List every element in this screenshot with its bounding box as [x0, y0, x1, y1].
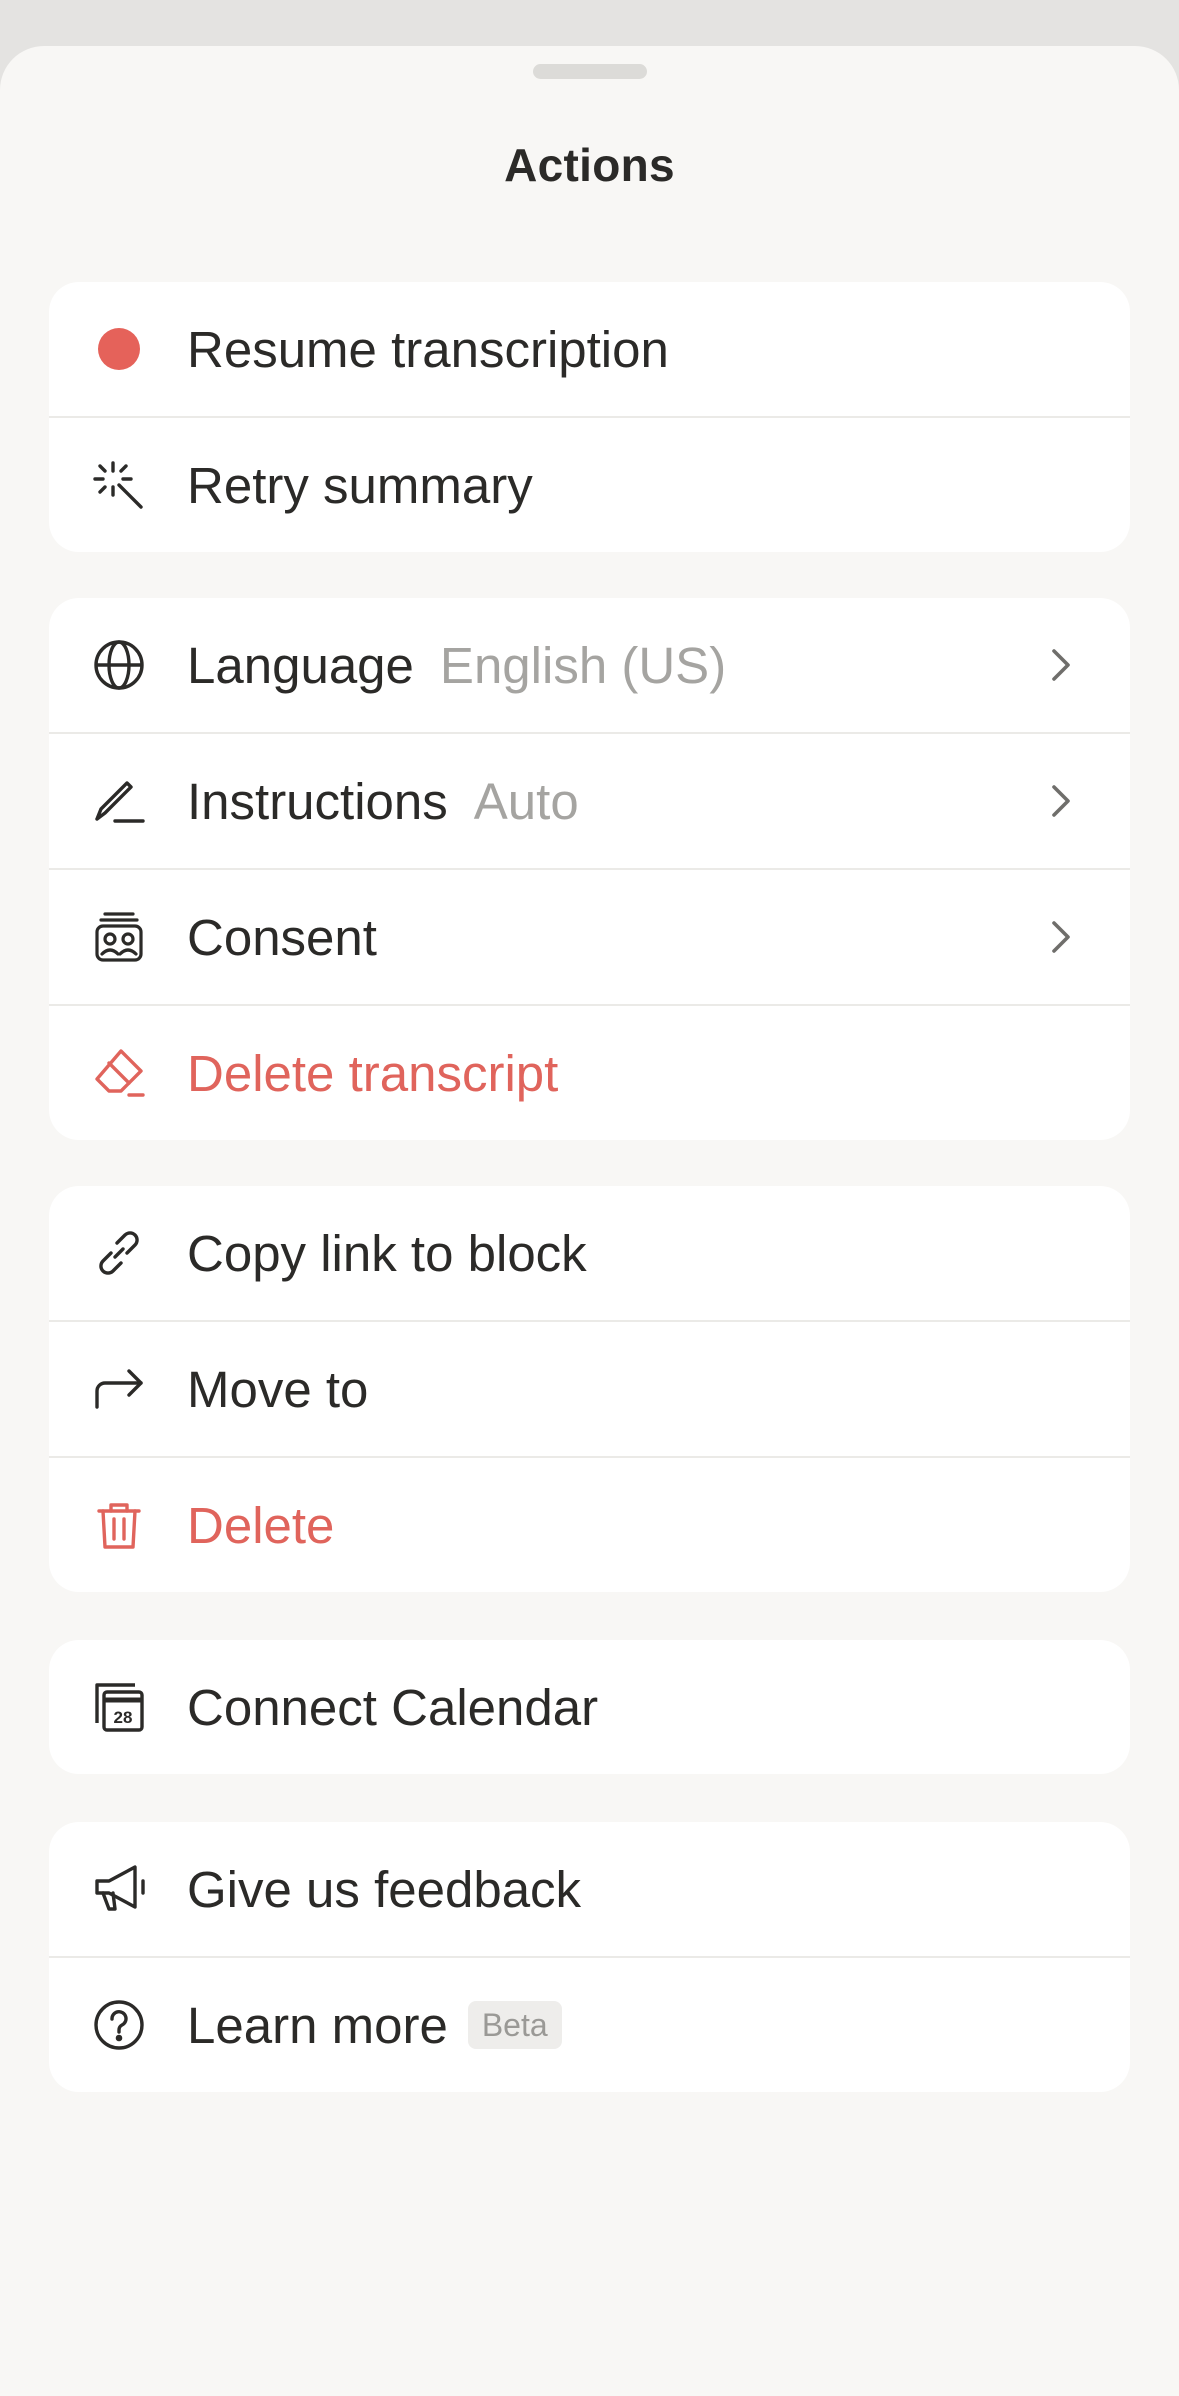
- chevron-right-icon: [1044, 779, 1078, 823]
- copy-link-item[interactable]: Copy link to block: [49, 1186, 1130, 1320]
- move-to-label: Move to: [187, 1360, 369, 1418]
- calendar-group: 28 Connect Calendar: [49, 1640, 1130, 1774]
- consent-item[interactable]: Consent: [49, 868, 1130, 1004]
- connect-calendar-label: Connect Calendar: [187, 1678, 599, 1736]
- retry-summary-item[interactable]: Retry summary: [49, 416, 1130, 552]
- megaphone-icon: [91, 1861, 147, 1917]
- delete-item[interactable]: Delete: [49, 1456, 1130, 1592]
- calendar-icon: 28: [91, 1679, 147, 1735]
- learn-more-label: Learn more: [187, 1996, 448, 2054]
- question-circle-icon: [91, 1997, 147, 2053]
- trash-icon: [91, 1497, 147, 1553]
- language-label: Language: [187, 636, 414, 694]
- actions-sheet: Actions Resume transcription Retry summa…: [0, 46, 1179, 2396]
- learn-more-item[interactable]: Learn more Beta: [49, 1956, 1130, 2092]
- beta-badge: Beta: [467, 2001, 562, 2049]
- instructions-item[interactable]: Instructions Auto: [49, 732, 1130, 868]
- chevron-right-icon: [1044, 643, 1078, 687]
- consent-label: Consent: [187, 908, 377, 966]
- delete-transcript-label: Delete transcript: [187, 1044, 559, 1102]
- chevron-right-icon: [1044, 915, 1078, 959]
- delete-transcript-item[interactable]: Delete transcript: [49, 1004, 1130, 1140]
- block-group: Copy link to block Move to Delete: [49, 1186, 1130, 1592]
- transcription-group: Resume transcription Retry summary: [49, 282, 1130, 552]
- move-to-item[interactable]: Move to: [49, 1320, 1130, 1456]
- sparkle-burst-icon: [91, 457, 147, 513]
- link-icon: [91, 1225, 147, 1281]
- people-badge-icon: [91, 909, 147, 965]
- settings-group: Language English (US) Instructions Auto: [49, 598, 1130, 1140]
- globe-icon: [91, 637, 147, 693]
- connect-calendar-item[interactable]: 28 Connect Calendar: [49, 1640, 1130, 1774]
- record-dot-icon: [91, 321, 147, 377]
- feedback-label: Give us feedback: [187, 1860, 582, 1918]
- copy-link-label: Copy link to block: [187, 1224, 587, 1282]
- sheet-title: Actions: [504, 139, 675, 191]
- help-group: Give us feedback Learn more Beta: [49, 1822, 1130, 2092]
- retry-summary-label: Retry summary: [187, 456, 533, 514]
- delete-label: Delete: [187, 1496, 335, 1554]
- feedback-item[interactable]: Give us feedback: [49, 1822, 1130, 1956]
- svg-text:28: 28: [114, 1708, 133, 1727]
- instructions-value: Auto: [473, 772, 579, 830]
- language-item[interactable]: Language English (US): [49, 598, 1130, 732]
- pen-line-icon: [91, 773, 147, 829]
- resume-transcription-label: Resume transcription: [187, 320, 669, 378]
- arrow-turn-right-icon: [91, 1361, 147, 1417]
- eraser-icon: [91, 1045, 147, 1101]
- resume-transcription-item[interactable]: Resume transcription: [49, 282, 1130, 416]
- instructions-label: Instructions: [187, 772, 448, 830]
- sheet-grabber[interactable]: [533, 64, 647, 79]
- language-value: English (US): [439, 636, 727, 694]
